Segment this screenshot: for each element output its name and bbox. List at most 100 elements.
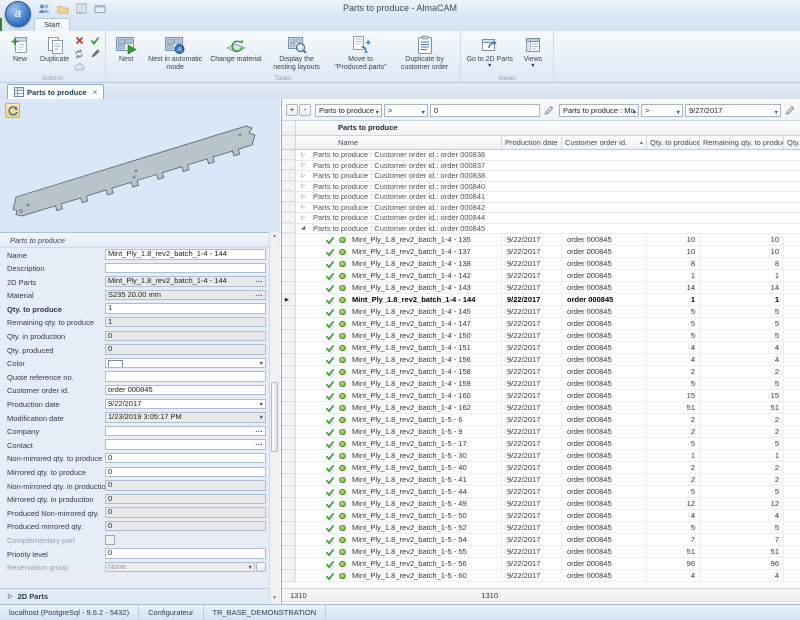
expand-group-icon[interactable]: ▷ — [301, 214, 309, 222]
filter1-value-input[interactable]: 0 — [430, 104, 540, 117]
cloud-button[interactable] — [72, 60, 86, 73]
close-tab-icon[interactable]: × — [93, 88, 98, 97]
filter1-field-select[interactable]: Parts to produce : Re... ▼ — [315, 104, 382, 117]
table-row[interactable]: Mint_Ply_1.8_rev2_batch_1-4 - 1519/22/20… — [282, 342, 800, 354]
column-header-qty-i[interactable]: Qty. i — [784, 136, 800, 149]
ribbon-button-new[interactable]: New — [3, 32, 37, 73]
ribbon-button-views[interactable]: Views▼ — [516, 32, 550, 73]
preview-tool-button[interactable] — [5, 103, 20, 118]
field-description[interactable] — [105, 263, 266, 274]
table-row[interactable]: Mint_Ply_1.8_rev2_batch_1-4 - 1379/22/20… — [282, 246, 800, 258]
chevron-down-icon[interactable]: ▼ — [259, 401, 264, 410]
field-non-mirrored-qty-to-produce[interactable]: 0 — [105, 453, 266, 464]
delete-x-button[interactable] — [72, 34, 86, 47]
table-row[interactable]: Mint_Ply_1.8_rev2_batch_1-4 - 1389/22/20… — [282, 258, 800, 270]
table-row[interactable]: Mint_Ply_1.8_rev2_batch_1-4 - 1509/22/20… — [282, 330, 800, 342]
expand-group-icon[interactable]: ▷ — [301, 161, 309, 169]
column-header-remaining-qty-to-produce[interactable]: Remaining qty. to produce — [700, 136, 784, 149]
table-row[interactable]: Mint_Ply_1.8_rev2_batch_1-5 - 549/22/201… — [282, 534, 800, 546]
column-header-qty-to-produce[interactable]: Qty. to produce — [647, 136, 700, 149]
table-row[interactable]: Mint_Ply_1.8_rev2_batch_1-5 - 609/22/201… — [282, 570, 800, 582]
group-row[interactable]: ▷Parts to produce : Customer order id.: … — [282, 150, 800, 161]
edit-filter2-icon[interactable] — [785, 105, 794, 115]
field-name[interactable]: Mint_Ply_1.8_rev2_batch_1-4 - 144 — [105, 249, 266, 260]
doc-tab-parts-to-produce[interactable]: Parts to produce × — [7, 84, 104, 99]
expand-group-icon[interactable]: ▷ — [301, 193, 309, 201]
table-row[interactable]: Mint_Ply_1.8_rev2_batch_1-4 - 1629/22/20… — [282, 402, 800, 414]
ribbon-button-move-to-produced-parts[interactable]: Move to "Produced parts" — [329, 32, 393, 73]
table-row[interactable]: Mint_Ply_1.8_rev2_batch_1-5 - 179/22/201… — [282, 438, 800, 450]
table-row[interactable]: Mint_Ply_1.8_rev2_batch_1-5 - 569/22/201… — [282, 558, 800, 570]
ribbon-button-change-material[interactable]: Change material — [207, 32, 264, 73]
table-row[interactable]: Mint_Ply_1.8_rev2_batch_1-4 - 1429/22/20… — [282, 270, 800, 282]
ellipsis-button-icon[interactable]: ... — [255, 276, 263, 285]
field-qty-to-produce[interactable]: 1 — [105, 303, 266, 314]
chevron-down-icon[interactable]: ▼ — [248, 564, 253, 573]
table-row[interactable]: Mint_Ply_1.8_rev2_batch_1-5 - 499/22/201… — [282, 498, 800, 510]
filter2-operator-select[interactable]: > ▼ — [641, 104, 683, 117]
chevron-down-icon[interactable]: ▼ — [259, 360, 264, 369]
checkbox-complementary-part[interactable] — [105, 535, 115, 545]
group-row[interactable]: ▷Parts to produce : Customer order id.: … — [282, 161, 800, 172]
group-row[interactable]: ▷Parts to produce : Customer order id.: … — [282, 203, 800, 214]
table-row[interactable]: Mint_Ply_1.8_rev2_batch_1-4 - 1569/22/20… — [282, 354, 800, 366]
group-row[interactable]: ▷Parts to produce : Customer order id.: … — [282, 182, 800, 193]
table-row[interactable]: Mint_Ply_1.8_rev2_batch_1-5 - 99/22/2017… — [282, 426, 800, 438]
table-row[interactable]: Mint_Ply_1.8_rev2_batch_1-4 - 1589/22/20… — [282, 366, 800, 378]
ribbon-button-nest-in-automatic-mode[interactable]: ANest in automatic mode — [143, 32, 207, 73]
expand-group-icon[interactable]: ▷ — [301, 151, 309, 159]
filter2-field-select[interactable]: Parts to produce : Mo... ▼ — [559, 104, 639, 117]
ribbon-tab-start[interactable]: Start — [34, 18, 70, 31]
expand-group-icon[interactable]: ▷ — [301, 172, 309, 180]
filter1-operator-select[interactable]: > ▼ — [384, 104, 428, 117]
table-row[interactable]: Mint_Ply_1.8_rev2_batch_1-5 - 529/22/201… — [282, 522, 800, 534]
refresh-button[interactable] — [72, 47, 86, 60]
scroll-up-icon[interactable]: ▲ — [270, 232, 279, 241]
table-row[interactable]: Mint_Ply_1.8_rev2_batch_1-5 - 69/22/2017… — [282, 414, 800, 426]
reservation-group-icon[interactable] — [256, 562, 266, 572]
field-color[interactable]: ▼ — [105, 358, 266, 369]
group-row[interactable]: ▷Parts to produce : Customer order id.: … — [282, 171, 800, 182]
group-row[interactable]: ▷Parts to produce : Customer order id.: … — [282, 213, 800, 224]
table-row[interactable]: Mint_Ply_1.8_rev2_batch_1-4 - 1599/22/20… — [282, 378, 800, 390]
field-production-date[interactable]: 9/22/2017▼ — [105, 399, 266, 410]
group-row[interactable]: ▷Parts to produce : Customer order id.: … — [282, 192, 800, 203]
column-header-customer-order-id[interactable]: Customer order id.▲ — [562, 136, 647, 149]
ribbon-button-duplicate[interactable]: Duplicate — [37, 32, 72, 73]
section-2d-parts[interactable]: ▷ 2D Parts — [0, 588, 268, 604]
app-logo-button[interactable]: a — [5, 1, 31, 27]
table-row[interactable]: Mint_Ply_1.8_rev2_batch_1-5 - 309/22/201… — [282, 450, 800, 462]
expand-group-icon[interactable]: ▷ — [301, 203, 309, 211]
field-mirrored-qty-to-produce[interactable]: 0 — [105, 467, 266, 478]
table-row[interactable]: Mint_Ply_1.8_rev2_batch_1-4 - 1609/22/20… — [282, 390, 800, 402]
ribbon-button-duplicate-by-customer-order[interactable]: Duplicate by customer order — [393, 32, 457, 73]
ribbon-button-go-to-2d-parts[interactable]: Go to 2D Parts▼ — [464, 32, 516, 73]
band-title[interactable]: Parts to produce — [296, 121, 800, 135]
field-company[interactable]: ... — [105, 426, 266, 437]
table-row[interactable]: Mint_Ply_1.8_rev2_batch_1-5 - 559/22/201… — [282, 546, 800, 558]
ellipsis-button-icon[interactable]: ... — [255, 290, 263, 299]
scroll-down-icon[interactable]: ▼ — [270, 594, 279, 603]
table-row[interactable]: Mint_Ply_1.8_rev2_batch_1-5 - 419/22/201… — [282, 474, 800, 486]
filter2-value-date-select[interactable]: 9/27/2017 ▼ — [685, 104, 781, 117]
ellipsis-button-icon[interactable]: ... — [255, 426, 263, 435]
ribbon-button-display-the-nesting-layouts[interactable]: Display the nesting layouts — [265, 32, 329, 73]
expand-group-icon[interactable]: ▷ — [301, 182, 309, 190]
scrollbar-thumb[interactable] — [271, 382, 278, 452]
table-row[interactable]: Mint_Ply_1.8_rev2_batch_1-4 - 1359/22/20… — [282, 234, 800, 246]
chevron-down-icon[interactable]: ▼ — [259, 414, 264, 423]
add-filter-button[interactable]: + — [286, 104, 298, 116]
ellipsis-button-icon[interactable]: ... — [255, 439, 263, 448]
table-row[interactable]: Mint_Ply_1.8_rev2_batch_1-4 - 1459/22/20… — [282, 306, 800, 318]
table-row[interactable]: Mint_Ply_1.8_rev2_batch_1-4 - 1479/22/20… — [282, 318, 800, 330]
edit-filter1-icon[interactable] — [544, 105, 553, 115]
field-contact[interactable]: ... — [105, 439, 266, 450]
remove-filter-button[interactable]: - — [299, 104, 311, 116]
properties-scrollbar[interactable]: ▲ ▼ — [269, 232, 279, 603]
column-header-production-date[interactable]: Production date — [502, 136, 562, 149]
table-row[interactable]: Mint_Ply_1.8_rev2_batch_1-4 - 1439/22/20… — [282, 282, 800, 294]
table-row[interactable]: Mint_Ply_1.8_rev2_batch_1-5 - 449/22/201… — [282, 486, 800, 498]
field-quote-reference-no[interactable] — [105, 371, 266, 382]
check-button[interactable] — [88, 34, 102, 47]
field-customer-order-id[interactable]: order 000845 — [105, 385, 266, 396]
